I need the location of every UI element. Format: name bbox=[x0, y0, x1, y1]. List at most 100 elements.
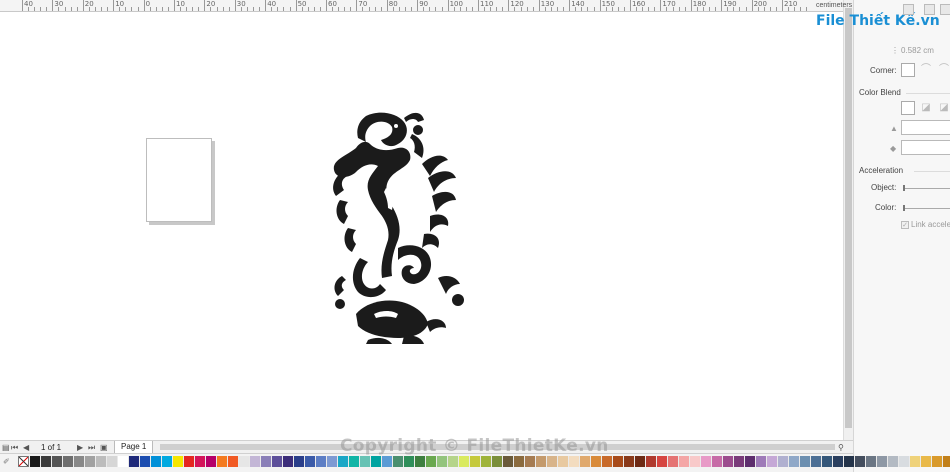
color-swatch[interactable] bbox=[239, 456, 250, 467]
color-swatch[interactable] bbox=[899, 456, 910, 467]
phoenix-silhouette[interactable] bbox=[326, 108, 472, 344]
color-swatch[interactable] bbox=[613, 456, 624, 467]
color-swatch[interactable] bbox=[635, 456, 646, 467]
color-swatch[interactable] bbox=[118, 456, 129, 467]
color-swatch[interactable] bbox=[481, 456, 492, 467]
color-swatch[interactable] bbox=[107, 456, 118, 467]
color-swatch[interactable] bbox=[789, 456, 800, 467]
color-swatch[interactable] bbox=[525, 456, 536, 467]
color-swatch[interactable] bbox=[646, 456, 657, 467]
color-swatch[interactable] bbox=[756, 456, 767, 467]
color-swatch[interactable] bbox=[338, 456, 349, 467]
color-swatch[interactable] bbox=[426, 456, 437, 467]
color-swatch[interactable] bbox=[195, 456, 206, 467]
color-swatch[interactable] bbox=[74, 456, 85, 467]
color-swatch[interactable] bbox=[822, 456, 833, 467]
color-swatch[interactable] bbox=[63, 456, 74, 467]
color-swatch[interactable] bbox=[228, 456, 239, 467]
color-swatch[interactable] bbox=[382, 456, 393, 467]
color-swatch[interactable] bbox=[657, 456, 668, 467]
blend-counter-icon[interactable]: ◪ bbox=[938, 102, 950, 114]
color-swatch[interactable] bbox=[569, 456, 580, 467]
color-swatch[interactable] bbox=[855, 456, 866, 467]
drawing-canvas[interactable] bbox=[0, 12, 843, 440]
color-swatch[interactable] bbox=[723, 456, 734, 467]
color-swatch[interactable] bbox=[624, 456, 635, 467]
color-swatch[interactable] bbox=[745, 456, 756, 467]
color-swatch[interactable] bbox=[129, 456, 140, 467]
corner-round-icon[interactable]: ⌒ bbox=[920, 64, 932, 76]
color-to-field[interactable] bbox=[901, 140, 950, 155]
color-swatch[interactable] bbox=[679, 456, 690, 467]
color-swatch[interactable] bbox=[272, 456, 283, 467]
first-page-icon[interactable]: ⏮ bbox=[11, 443, 18, 452]
color-swatch[interactable] bbox=[701, 456, 712, 467]
color-swatch[interactable] bbox=[52, 456, 63, 467]
page-border[interactable] bbox=[146, 138, 212, 222]
color-swatch[interactable] bbox=[151, 456, 162, 467]
color-swatch[interactable] bbox=[866, 456, 877, 467]
color-swatch[interactable] bbox=[85, 456, 96, 467]
link-acceleration-checkbox[interactable]: ✓ bbox=[901, 221, 909, 229]
color-swatch[interactable] bbox=[415, 456, 426, 467]
docker-option-icon[interactable] bbox=[924, 4, 935, 15]
color-swatch[interactable] bbox=[206, 456, 217, 467]
color-swatch[interactable] bbox=[712, 456, 723, 467]
color-swatch[interactable] bbox=[580, 456, 591, 467]
color-swatch[interactable] bbox=[173, 456, 184, 467]
color-swatch[interactable] bbox=[250, 456, 261, 467]
color-swatch[interactable] bbox=[943, 456, 950, 467]
color-swatch[interactable] bbox=[261, 456, 272, 467]
color-swatch[interactable] bbox=[811, 456, 822, 467]
color-swatch[interactable] bbox=[41, 456, 52, 467]
color-acceleration-slider[interactable] bbox=[903, 208, 950, 209]
color-swatch[interactable] bbox=[371, 456, 382, 467]
vertical-scroll-thumb[interactable] bbox=[845, 8, 852, 428]
color-swatch[interactable] bbox=[514, 456, 525, 467]
corner-bevel-icon[interactable]: ⌒ bbox=[938, 64, 950, 76]
vertical-scrollbar[interactable] bbox=[843, 0, 853, 440]
color-swatch[interactable] bbox=[316, 456, 327, 467]
color-swatch[interactable] bbox=[327, 456, 338, 467]
color-swatch[interactable] bbox=[547, 456, 558, 467]
color-swatch[interactable] bbox=[591, 456, 602, 467]
last-page-icon[interactable]: ⏭ bbox=[88, 443, 95, 452]
color-from-field[interactable] bbox=[901, 120, 950, 135]
color-swatch[interactable] bbox=[360, 456, 371, 467]
color-swatch[interactable] bbox=[492, 456, 503, 467]
color-swatch[interactable] bbox=[602, 456, 613, 467]
zoom-icon[interactable]: ⚲ bbox=[838, 443, 844, 452]
color-swatch[interactable] bbox=[833, 456, 844, 467]
color-swatch[interactable] bbox=[349, 456, 360, 467]
color-swatch[interactable] bbox=[184, 456, 195, 467]
color-swatch[interactable] bbox=[910, 456, 921, 467]
blend-direct-button[interactable] bbox=[901, 101, 915, 115]
color-swatch[interactable] bbox=[690, 456, 701, 467]
color-swatch[interactable] bbox=[844, 456, 855, 467]
color-swatch[interactable] bbox=[162, 456, 173, 467]
color-swatch[interactable] bbox=[921, 456, 932, 467]
next-page-icon[interactable]: ▶ bbox=[77, 443, 83, 452]
color-swatch[interactable] bbox=[294, 456, 305, 467]
color-swatch[interactable] bbox=[448, 456, 459, 467]
color-swatch[interactable] bbox=[536, 456, 547, 467]
eyedropper-icon[interactable]: ✐ bbox=[3, 457, 10, 466]
color-swatch[interactable] bbox=[558, 456, 569, 467]
color-swatch[interactable] bbox=[877, 456, 888, 467]
blend-clockwise-icon[interactable]: ◪ bbox=[920, 102, 932, 114]
page-icon[interactable]: ▤ bbox=[2, 443, 10, 452]
color-swatch[interactable] bbox=[503, 456, 514, 467]
color-swatch[interactable] bbox=[283, 456, 294, 467]
previous-page-icon[interactable]: ◀ bbox=[23, 443, 29, 452]
add-page-icon[interactable]: ▣ bbox=[100, 443, 108, 452]
color-slider-knob[interactable] bbox=[903, 205, 905, 211]
color-swatch[interactable] bbox=[470, 456, 481, 467]
object-slider-knob[interactable] bbox=[903, 185, 905, 191]
horizontal-ruler[interactable]: 40 30 20 10 0 10 20 30 40 50 60 70 80 90 100 110 120 130 1… bbox=[0, 0, 843, 12]
object-acceleration-slider[interactable] bbox=[903, 188, 950, 189]
color-swatch[interactable] bbox=[305, 456, 316, 467]
no-color-swatch[interactable] bbox=[18, 456, 29, 467]
docker-option-icon[interactable] bbox=[903, 4, 914, 15]
color-swatch[interactable] bbox=[734, 456, 745, 467]
color-swatch[interactable] bbox=[96, 456, 107, 467]
